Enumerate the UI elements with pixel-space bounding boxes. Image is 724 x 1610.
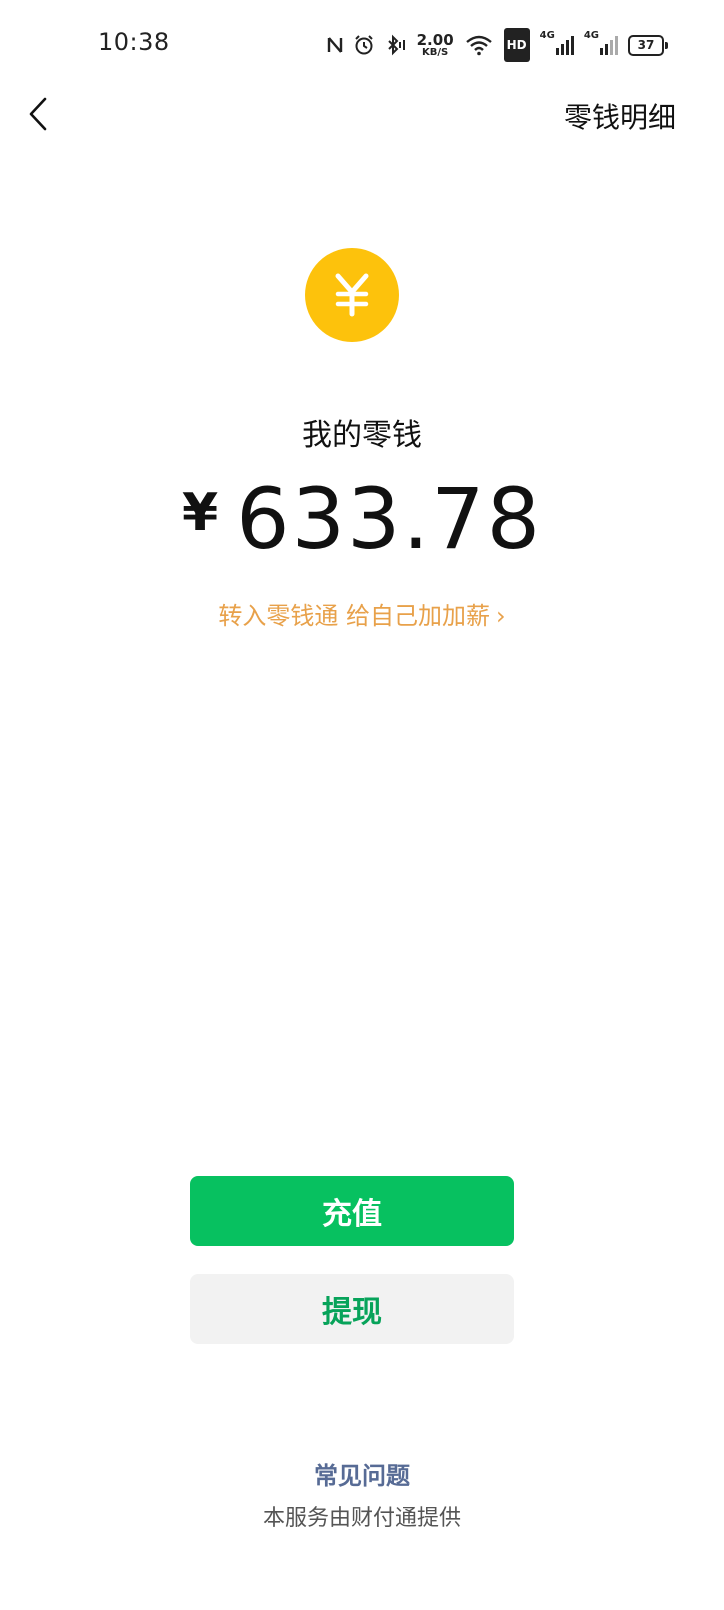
chevron-left-icon: [29, 97, 47, 131]
chevron-right-icon: ›: [496, 602, 506, 630]
promo-link[interactable]: 转入零钱通 给自己加加薪 ›: [0, 596, 724, 631]
net-speed: 2.00 KB/S: [417, 30, 454, 60]
faq-link[interactable]: 常见问题: [0, 1456, 724, 1491]
net-speed-value: 2.00: [416, 30, 454, 49]
promo-text: 转入零钱通 给自己加加薪: [218, 602, 491, 630]
status-bar: 10:38 2.00 KB/S HD 4G 4G 37: [0, 0, 724, 90]
status-icons: 2.00 KB/S HD 4G 4G 37: [327, 28, 668, 62]
bluetooth-icon: [385, 30, 407, 60]
wallet-coin-icon: [305, 248, 399, 342]
back-button[interactable]: [18, 90, 58, 138]
transaction-details-link[interactable]: 零钱明细: [564, 96, 676, 136]
alarm-icon: [353, 30, 375, 60]
nfc-icon: [327, 30, 343, 60]
signal-label: 4G: [583, 30, 599, 41]
signal-label: 4G: [539, 30, 555, 41]
balance-amount: ¥ 633.78: [0, 470, 724, 568]
withdraw-button[interactable]: 提现: [190, 1274, 514, 1344]
balance-value: 633.78: [236, 470, 543, 568]
recharge-button[interactable]: 充值: [190, 1176, 514, 1246]
currency-symbol: ¥: [181, 483, 219, 543]
wifi-icon: [464, 30, 494, 60]
signal-icon: 4G: [540, 30, 574, 60]
battery-icon: 37: [628, 34, 668, 56]
signal-icon: 4G: [584, 30, 618, 60]
nav-bar: 零钱明细: [0, 90, 724, 140]
balance-label: 我的零钱: [302, 418, 422, 453]
battery-level: 37: [637, 38, 655, 52]
status-time: 10:38: [98, 28, 170, 56]
hd-badge: HD: [503, 28, 530, 62]
net-speed-unit: KB/S: [422, 46, 449, 58]
service-provider-note: 本服务由财付通提供: [262, 1506, 461, 1531]
